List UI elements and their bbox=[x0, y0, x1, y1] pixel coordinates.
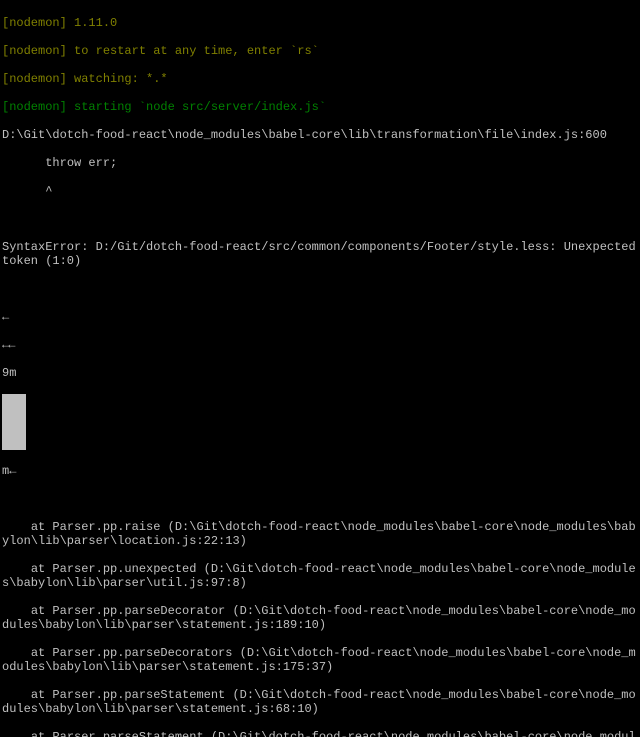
escape-9m-line: 9m bbox=[2, 366, 638, 380]
nodemon-tag: [nodemon] bbox=[2, 16, 67, 30]
nodemon-starting-line: [nodemon] starting `node src/server/inde… bbox=[2, 100, 638, 114]
stack-line: at Parser.pp.parseStatement (D:\Git\dotc… bbox=[2, 688, 638, 716]
syntax-error-line: SyntaxError: D:/Git/dotch-food-react/src… bbox=[2, 240, 638, 268]
stack-line: at Parser.pp.unexpected (D:\Git\dotch-fo… bbox=[2, 562, 638, 590]
throw-line: throw err; bbox=[2, 156, 638, 170]
blank-line bbox=[2, 212, 638, 226]
escape-arrow-1: ← bbox=[2, 310, 638, 324]
blank-line bbox=[2, 492, 638, 506]
stack-line: at Parser.pp.parseDecorators (D:\Git\dot… bbox=[2, 646, 638, 674]
nodemon-watching-line: [nodemon] watching: *.* bbox=[2, 72, 638, 86]
terminal-output[interactable]: [nodemon] 1.11.0 [nodemon] to restart at… bbox=[0, 0, 640, 737]
nodemon-restart-line: [nodemon] to restart at any time, enter … bbox=[2, 44, 638, 58]
selection-block-line bbox=[2, 394, 638, 450]
nodemon-version-line: [nodemon] 1.11.0 bbox=[2, 16, 638, 30]
error-location-line: D:\Git\dotch-food-react\node_modules\bab… bbox=[2, 128, 638, 142]
stack-line: at Parser.pp.parseDecorator (D:\Git\dotc… bbox=[2, 604, 638, 632]
escape-arrow-2: ←← bbox=[2, 338, 638, 352]
stack-line: at Parser.pp.raise (D:\Git\dotch-food-re… bbox=[2, 520, 638, 548]
blank-line bbox=[2, 282, 638, 296]
stack-line: at Parser.parseStatement (D:\Git\dotch-f… bbox=[2, 730, 638, 737]
escape-m-line: m← bbox=[2, 464, 638, 478]
caret-line: ^ bbox=[2, 184, 638, 198]
selection-block bbox=[2, 394, 26, 450]
